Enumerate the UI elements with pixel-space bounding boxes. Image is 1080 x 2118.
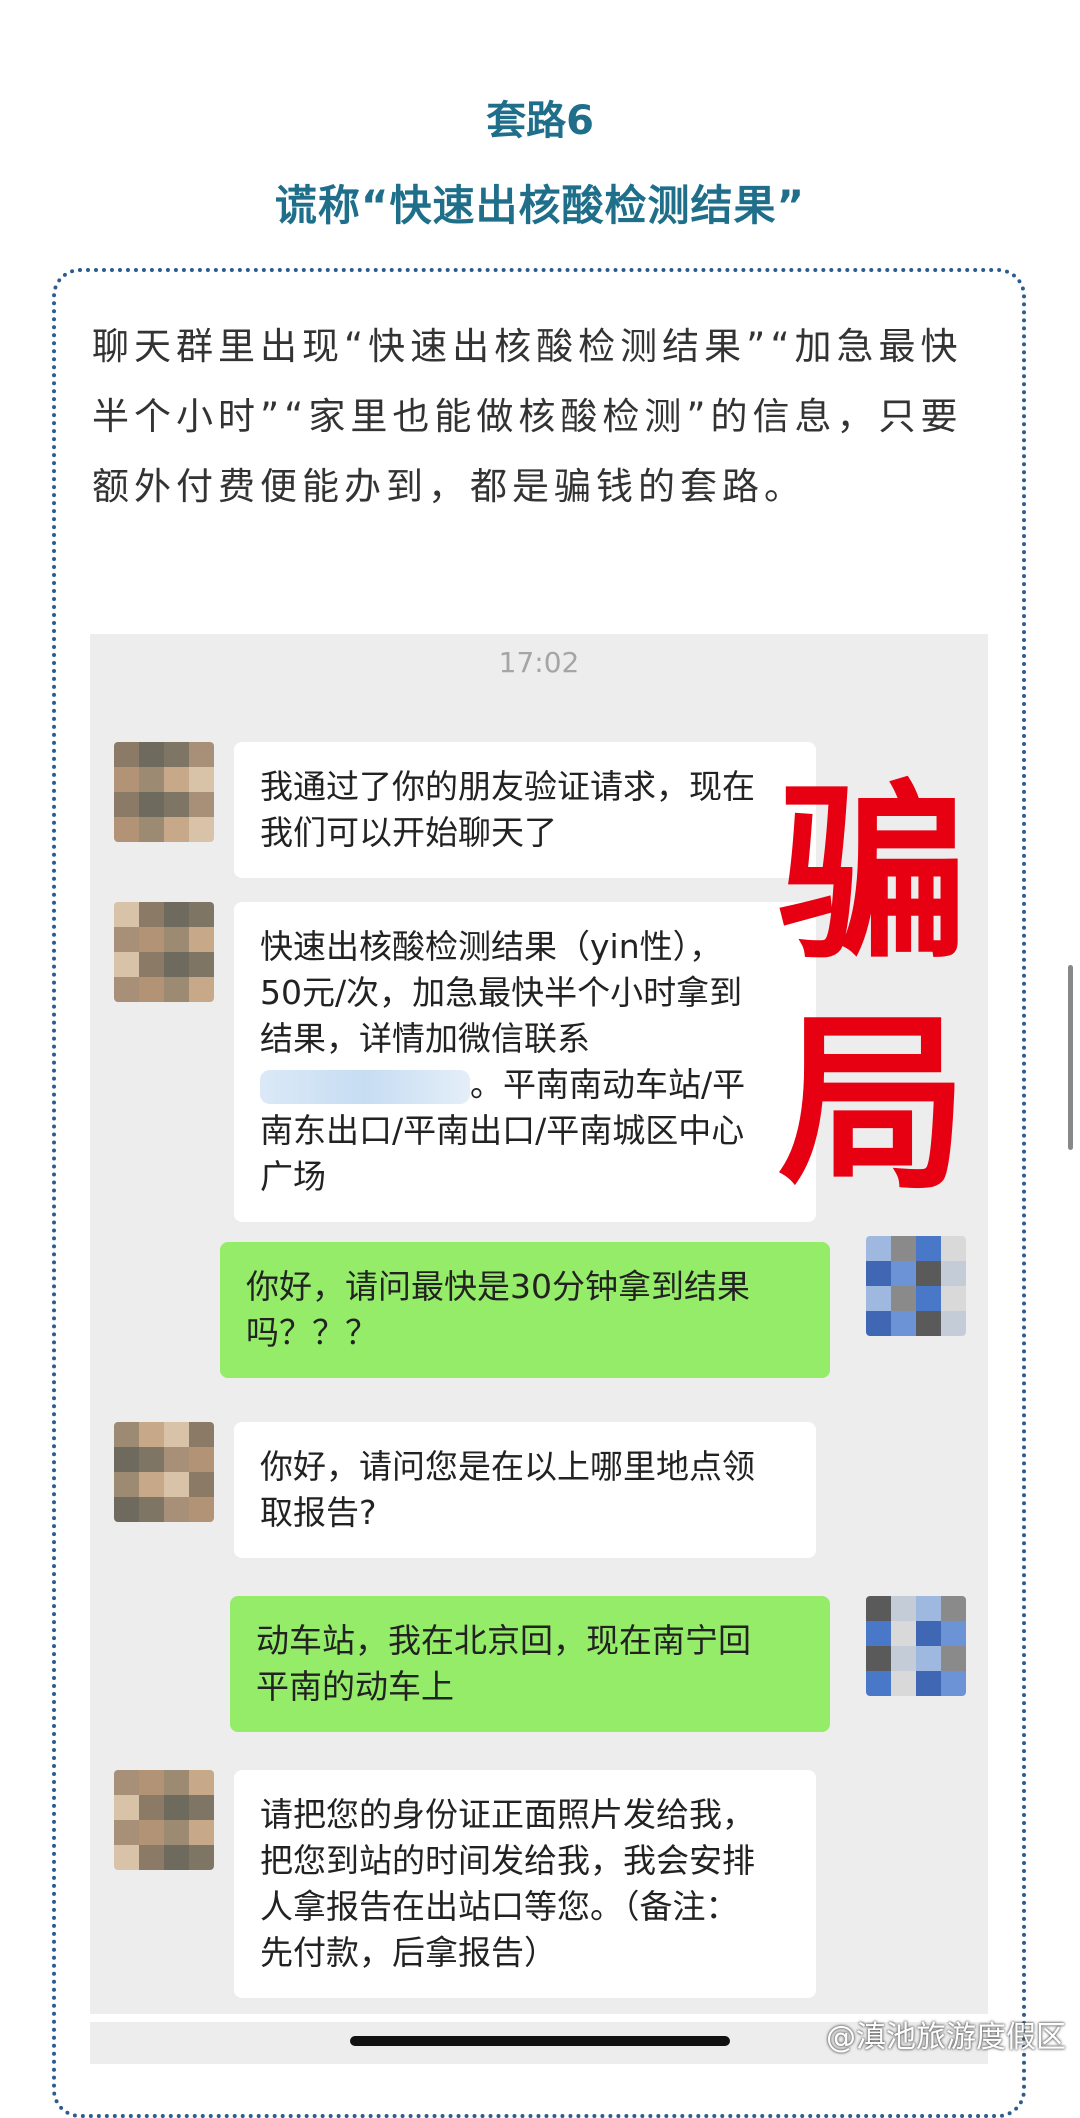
message-bubble-received: 我通过了你的朋友验证请求，现在 我们可以开始聊天了 <box>234 742 816 878</box>
message-line: 50元/次，加急最快半个小时拿到 <box>260 973 743 1012</box>
redacted-contact <box>260 1069 470 1104</box>
stamp-char: 骗 <box>777 764 968 985</box>
message-line: 先付款，后拿报告） <box>260 1933 557 1972</box>
message-line: 人拿报告在出站口等您。（备注： <box>260 1887 739 1926</box>
message-line: 你好，请问您是在以上哪里地点领 <box>260 1447 755 1486</box>
message-line: 广场 <box>260 1157 326 1196</box>
message-line: 我们可以开始聊天了 <box>260 813 557 852</box>
chat-timestamp: 17:02 <box>498 646 580 679</box>
message-bubble-received: 你好，请问您是在以上哪里地点领 取报告? <box>234 1422 816 1558</box>
scrollbar[interactable] <box>1068 965 1073 1150</box>
message-line: 快速出核酸检测结果（yin性）， <box>260 927 723 966</box>
message-line: 。平南南动车站/平 <box>470 1065 746 1104</box>
intro-text: 聊天群里出现“快速出核酸检测结果”“加急最快半个小时”“家里也能做核酸检测”的信… <box>92 325 963 508</box>
message-line: 平南的动车上 <box>256 1667 454 1706</box>
message-line: 动车站，我在北京回，现在南宁回 <box>256 1621 751 1660</box>
message-line: 把您到站的时间发给我，我会安排 <box>260 1841 755 1880</box>
message-line: 南东出口/平南出口/平南城区中心 <box>260 1111 745 1150</box>
message-line: 取报告? <box>260 1493 377 1532</box>
self-avatar <box>866 1596 966 1696</box>
scam-stamp: 骗 局 <box>758 760 988 1220</box>
self-avatar <box>866 1236 966 1336</box>
page-title: 套路6 <box>486 98 594 144</box>
message-bubble-sent: 你好，请问最快是30分钟拿到结果 吗？？？ <box>220 1242 830 1378</box>
stamp-char: 局 <box>777 994 968 1215</box>
message-line: 结果，详情加微信联系 <box>260 1019 590 1058</box>
message-bubble-received: 请把您的身份证正面照片发给我， 把您到站的时间发给我，我会安排 人拿报告在出站口… <box>234 1770 816 1998</box>
home-indicator[interactable] <box>350 2036 730 2046</box>
message-line: 请把您的身份证正面照片发给我， <box>260 1795 755 1834</box>
message-bubble-sent: 动车站，我在北京回，现在南宁回 平南的动车上 <box>230 1596 830 1732</box>
contact-avatar <box>114 1770 214 1870</box>
message-line: 你好，请问最快是30分钟拿到结果 <box>246 1267 750 1306</box>
contact-avatar <box>114 1422 214 1522</box>
watermark: @滇池旅游度假区 <box>826 2020 1066 2055</box>
page-subtitle: 谎称“快速出核酸检测结果” <box>274 181 806 230</box>
message-line: 吗？？？ <box>246 1313 378 1352</box>
contact-avatar <box>114 742 214 842</box>
contact-avatar <box>114 902 214 1002</box>
message-bubble-received: 快速出核酸检测结果（yin性）， 50元/次，加急最快半个小时拿到 结果，详情加… <box>234 902 816 1222</box>
message-line: 我通过了你的朋友验证请求，现在 <box>260 767 755 806</box>
